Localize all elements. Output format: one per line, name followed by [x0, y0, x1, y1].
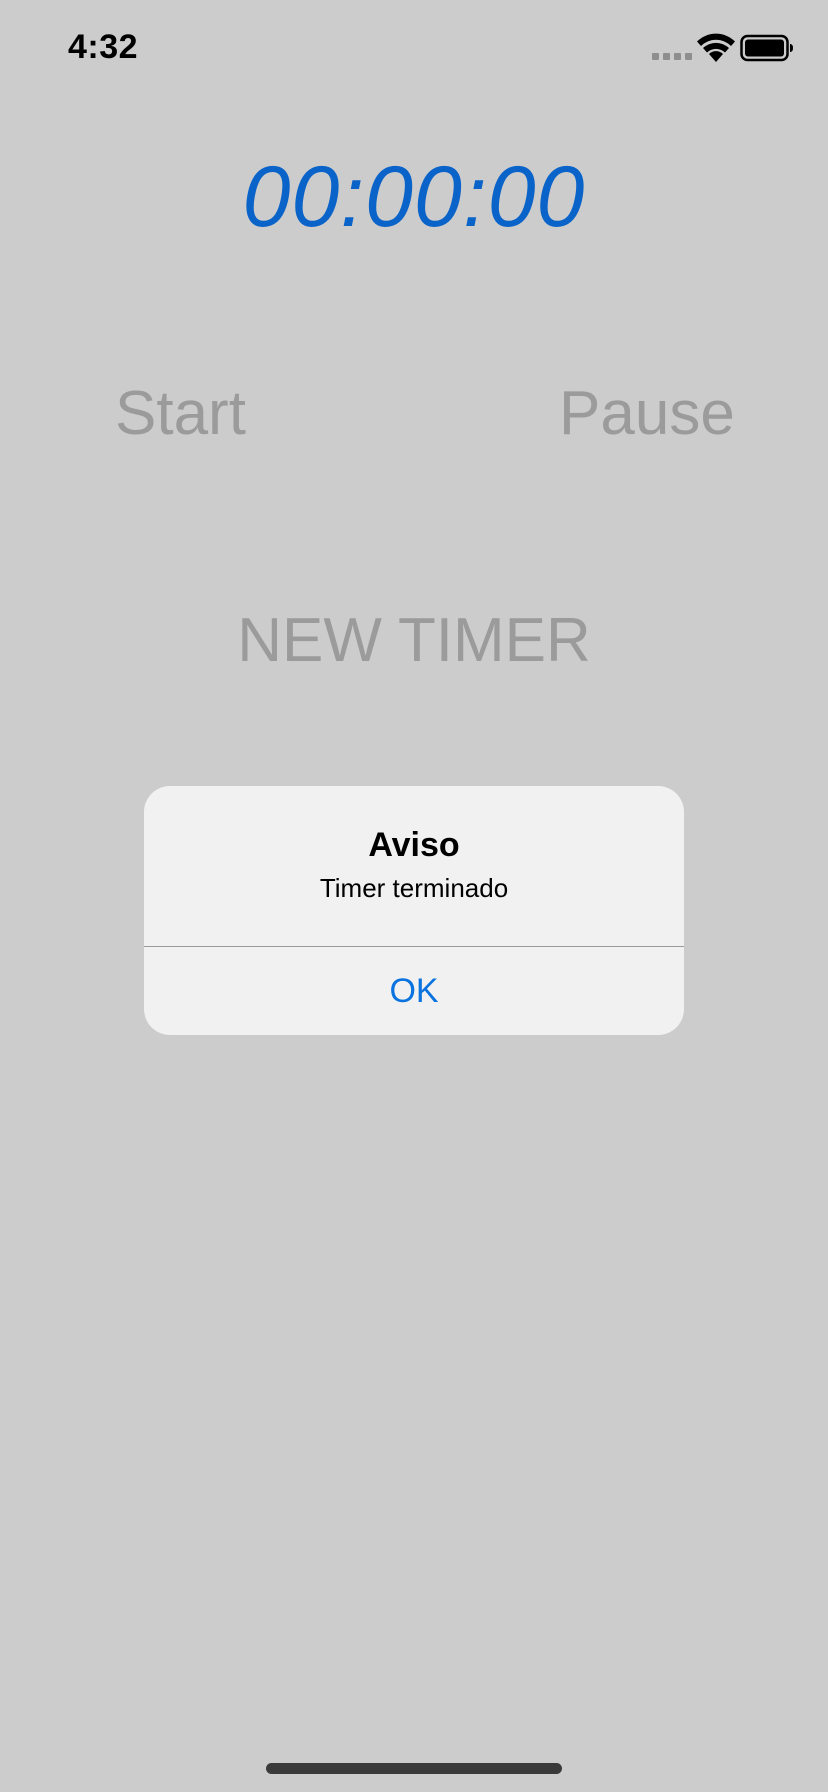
start-button[interactable]: Start [115, 378, 246, 449]
battery-icon [740, 34, 793, 62]
alert-title: Aviso [368, 826, 460, 864]
status-bar: 4:32 [0, 0, 828, 100]
new-timer-button[interactable]: NEW TIMER [0, 605, 828, 676]
pause-button[interactable]: Pause [559, 378, 735, 449]
wifi-icon [697, 33, 735, 62]
ok-button[interactable]: OK [144, 947, 684, 1035]
alert-message: Timer terminado [319, 873, 509, 903]
cellular-signal-icon [652, 53, 692, 60]
timer-display: 00:00:00 [242, 149, 586, 245]
home-indicator [266, 1763, 562, 1774]
alert-dialog: Aviso Timer terminado OK [144, 786, 684, 1035]
status-time: 4:32 [68, 28, 139, 66]
